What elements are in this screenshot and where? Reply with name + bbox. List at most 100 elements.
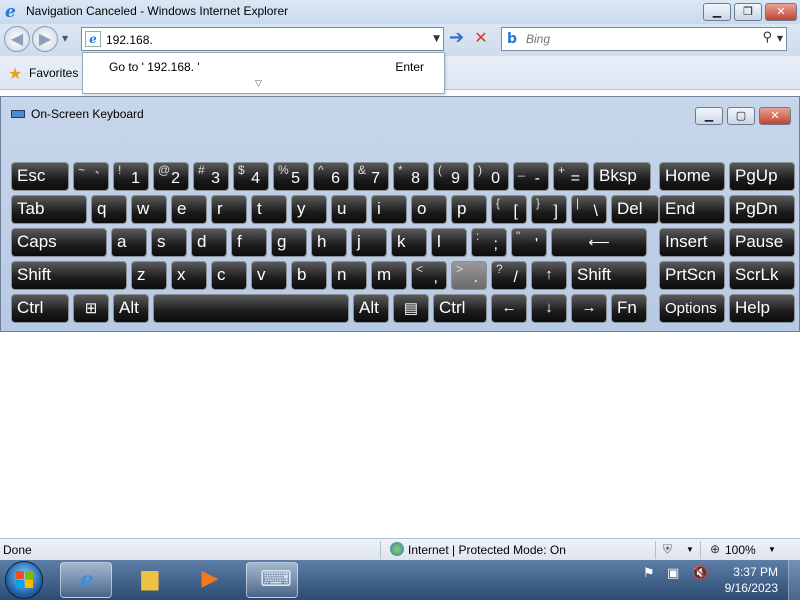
key-pause[interactable]: Pause xyxy=(729,228,795,257)
osk-restore-button[interactable]: ▢ xyxy=(727,107,755,125)
key-u[interactable]: u xyxy=(331,195,367,224)
key-menu[interactable]: ▤ xyxy=(393,294,429,323)
key-prtscn[interactable]: PrtScn xyxy=(659,261,725,290)
key-y[interactable]: y xyxy=(291,195,327,224)
search-input[interactable] xyxy=(526,28,756,50)
key-m[interactable]: m xyxy=(371,261,407,290)
key-e[interactable]: e xyxy=(171,195,207,224)
address-dropdown-icon[interactable]: ▼ xyxy=(433,34,440,44)
address-autocomplete[interactable]: Go to ' 192.168. ' Enter ▽ xyxy=(82,52,445,94)
goto-suggestion[interactable]: Go to ' 192.168. ' xyxy=(109,60,200,74)
key-comma[interactable]: <, xyxy=(411,261,447,290)
key-down[interactable]: ↓ xyxy=(531,294,567,323)
key-l[interactable]: l xyxy=(431,228,467,257)
restore-button[interactable]: ❐ xyxy=(734,3,762,21)
key-i[interactable]: i xyxy=(371,195,407,224)
search-dropdown-icon[interactable]: ▼ xyxy=(777,34,783,43)
show-desktop-button[interactable] xyxy=(788,560,800,600)
zoom-dropdown-icon[interactable]: ▼ xyxy=(768,545,776,554)
osk-minimize-button[interactable]: ▁ xyxy=(695,107,723,125)
action-center-flag-icon[interactable]: ⚑ xyxy=(643,566,655,581)
key-g[interactable]: g xyxy=(271,228,307,257)
key-lalt[interactable]: Alt xyxy=(113,294,149,323)
taskbar-on-screen-keyboard[interactable]: ⌨ xyxy=(246,562,298,598)
network-icon[interactable]: ▣ xyxy=(667,566,679,581)
key-w[interactable]: w xyxy=(131,195,167,224)
key-8[interactable]: * 8 xyxy=(393,162,429,191)
taskbar-media-player[interactable]: ▶ xyxy=(184,562,236,598)
key-del[interactable]: Del xyxy=(611,195,659,224)
key-lctrl[interactable]: Ctrl xyxy=(11,294,69,323)
key-fn[interactable]: Fn xyxy=(611,294,647,323)
key-5[interactable]: % 5 xyxy=(273,162,309,191)
key-n[interactable]: n xyxy=(331,261,367,290)
taskbar-internet-explorer[interactable]: e xyxy=(60,562,112,598)
minimize-button[interactable]: ▁ xyxy=(703,3,731,21)
key-q[interactable]: q xyxy=(91,195,127,224)
key-x[interactable]: x xyxy=(171,261,207,290)
key-up[interactable]: ↑ xyxy=(531,261,567,290)
osk-title-bar[interactable]: On-Screen Keyboard ▁ ▢ ✕ xyxy=(1,97,799,125)
key-k[interactable]: k xyxy=(391,228,427,257)
key-2[interactable]: @2 xyxy=(153,162,189,191)
key-esc[interactable]: Esc xyxy=(11,162,69,191)
key-quote[interactable]: " ' xyxy=(511,228,547,257)
key-6[interactable]: ^ 6 xyxy=(313,162,349,191)
key-3[interactable]: #3 xyxy=(193,162,229,191)
key-period[interactable]: >. xyxy=(451,261,487,290)
address-bar[interactable]: e ▼ xyxy=(81,27,444,51)
key-semicolon[interactable]: :; xyxy=(471,228,507,257)
key-t[interactable]: t xyxy=(251,195,287,224)
go-button[interactable]: ➔ xyxy=(445,27,468,51)
key-f[interactable]: f xyxy=(231,228,267,257)
key-left[interactable]: ← xyxy=(491,294,527,323)
key-d[interactable]: d xyxy=(191,228,227,257)
system-clock[interactable]: 3:37 PM 9/16/2023 xyxy=(725,564,778,596)
zoom-icon[interactable]: ⊕ xyxy=(710,542,720,556)
favorites-star-icon[interactable]: ★ xyxy=(8,64,22,83)
key-v[interactable]: v xyxy=(251,261,287,290)
security-zone[interactable]: Internet | Protected Mode: On xyxy=(408,543,566,557)
key-rbracket[interactable]: }] xyxy=(531,195,567,224)
key-caps[interactable]: Caps xyxy=(11,228,107,257)
key-p[interactable]: p xyxy=(451,195,487,224)
key-h[interactable]: h xyxy=(311,228,347,257)
key-pgdn[interactable]: PgDn xyxy=(729,195,795,224)
key-enter[interactable]: ⟵ xyxy=(551,228,647,257)
key-r[interactable]: r xyxy=(211,195,247,224)
key-tab[interactable]: Tab xyxy=(11,195,87,224)
key-pgup[interactable]: PgUp xyxy=(729,162,795,191)
key-right[interactable]: → xyxy=(571,294,607,323)
key-scrlk[interactable]: ScrLk xyxy=(729,261,795,290)
key-rctrl[interactable]: Ctrl xyxy=(433,294,487,323)
protected-mode-icon[interactable]: ⛨ xyxy=(663,542,672,557)
key-4[interactable]: $4 xyxy=(233,162,269,191)
key-home[interactable]: Home xyxy=(659,162,725,191)
zoom-level[interactable]: 100% xyxy=(725,543,756,557)
key-ralt[interactable]: Alt xyxy=(353,294,389,323)
recent-pages-dropdown-icon[interactable]: ▼ xyxy=(62,34,68,43)
key-tilde[interactable]: ~ ` xyxy=(73,162,109,191)
key-b[interactable]: b xyxy=(291,261,327,290)
key-9[interactable]: (9 xyxy=(433,162,469,191)
osk-close-button[interactable]: ✕ xyxy=(759,107,791,125)
taskbar-windows-explorer[interactable]: ▆ xyxy=(124,562,176,598)
key-win[interactable]: ⊞ xyxy=(73,294,109,323)
key-equals[interactable]: + = xyxy=(553,162,589,191)
start-button[interactable] xyxy=(5,561,43,599)
favorites-button[interactable]: Favorites xyxy=(29,66,78,80)
key-rshift[interactable]: Shift xyxy=(571,261,647,290)
key-7[interactable]: & 7 xyxy=(353,162,389,191)
key-backslash[interactable]: | \ xyxy=(571,195,607,224)
key-bksp[interactable]: Bksp xyxy=(593,162,651,191)
stop-button[interactable]: ✕ xyxy=(469,27,493,51)
key-lbracket[interactable]: {[ xyxy=(491,195,527,224)
key-c[interactable]: c xyxy=(211,261,247,290)
key-help[interactable]: Help xyxy=(729,294,795,323)
key-1[interactable]: ! 1 xyxy=(113,162,149,191)
key-insert[interactable]: Insert xyxy=(659,228,725,257)
close-button[interactable]: ✕ xyxy=(765,3,797,21)
key-end[interactable]: End xyxy=(659,195,725,224)
ie-title-bar[interactable]: e Navigation Canceled - Windows Internet… xyxy=(0,0,800,24)
key-a[interactable]: a xyxy=(111,228,147,257)
